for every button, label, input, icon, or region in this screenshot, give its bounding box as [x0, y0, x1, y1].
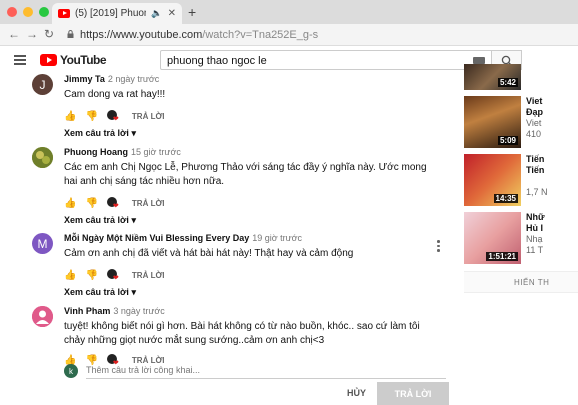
youtube-logo-text: YouTube: [60, 53, 107, 67]
related-video-item[interactable]: 5:42: [464, 64, 578, 90]
comment-item: M Mỗi Ngày Một Niềm Vui Blessing Every D…: [32, 233, 442, 297]
comment-text: Cảm ơn anh chị đã viết và hát bài hát nà…: [64, 248, 354, 259]
video-title[interactable]: Viet Đạp Viet 410: [526, 96, 543, 140]
view-replies-button[interactable]: Xem câu trả lời: [64, 287, 439, 298]
like-icon[interactable]: 👍: [64, 198, 76, 209]
comment-author[interactable]: Mỗi Ngày Một Niềm Vui Blessing Every Day: [64, 233, 249, 243]
reply-box: k Thêm câu trả lời công khai...: [64, 364, 446, 380]
comment-time[interactable]: 2 ngày trước: [108, 74, 159, 84]
video-thumbnail[interactable]: 14:35: [464, 154, 521, 206]
minimize-window-button[interactable]: [23, 7, 33, 17]
reply-button[interactable]: TRẢ LỜI: [132, 199, 165, 208]
forward-icon[interactable]: →: [26, 27, 38, 41]
url-path: /watch?v=Tna252E_g-s: [202, 29, 319, 41]
video-thumbnail[interactable]: 5:09: [464, 96, 521, 148]
back-icon[interactable]: ←: [8, 27, 20, 41]
comment-item: Phuong Hoang 15 giờ trước Các em anh Chị …: [32, 147, 442, 225]
avatar-image: [32, 147, 53, 168]
reload-icon[interactable]: ↻: [44, 27, 54, 41]
reply-button[interactable]: TRẢ LỜI: [132, 271, 165, 280]
audio-playing-icon[interactable]: 🔈: [151, 8, 162, 19]
dislike-icon[interactable]: 👎: [85, 198, 97, 209]
comment-author[interactable]: Jimmy Ta: [64, 74, 105, 84]
creator-heart-icon: ❤: [106, 269, 119, 282]
comment-author[interactable]: Vinh Pham: [64, 306, 110, 316]
user-avatar: k: [64, 364, 78, 378]
video-title[interactable]: Tiến Tiến 1,7 N: [526, 154, 548, 198]
video-thumbnail[interactable]: 5:42: [464, 64, 521, 90]
browser-tab-bar: (5) [2019] Phuong Thao & 🔈 ✕ +: [0, 0, 578, 24]
url-host: https://www.youtube.com: [80, 29, 203, 41]
search-query: phuong thao ngoc le: [167, 55, 267, 67]
comment-item: J Jimmy Ta 2 ngày trước Cam dong va rat h…: [32, 74, 442, 139]
close-window-button[interactable]: [7, 7, 17, 17]
youtube-logo[interactable]: YouTube: [40, 53, 107, 67]
dislike-icon[interactable]: 👎: [85, 111, 97, 122]
browser-tab[interactable]: (5) [2019] Phuong Thao & 🔈 ✕: [52, 3, 182, 24]
search-input[interactable]: phuong thao ngoc le: [160, 50, 492, 70]
show-more-button[interactable]: HIỂN TH: [464, 271, 578, 293]
menu-icon[interactable]: [14, 55, 26, 67]
view-replies-button[interactable]: Xem câu trả lời: [64, 128, 439, 139]
like-icon[interactable]: 👍: [64, 270, 76, 281]
lock-icon: [67, 30, 74, 38]
url-field[interactable]: https://www.youtube.com/watch?v=Tna252E_…: [80, 29, 318, 41]
tab-title: (5) [2019] Phuong Thao &: [75, 8, 146, 19]
comment-time[interactable]: 3 ngày trước: [113, 306, 164, 316]
related-video-item[interactable]: 5:09 Viet Đạp Viet 410: [464, 96, 578, 148]
comment-actions: 👍 👎 ❤ TRẢ LỜI: [64, 110, 439, 123]
youtube-play-icon: [40, 54, 57, 66]
avatar[interactable]: [32, 306, 53, 327]
tab-close-icon[interactable]: ✕: [168, 8, 176, 19]
video-thumbnail[interactable]: 1:51:21: [464, 212, 521, 264]
submit-reply-button[interactable]: TRẢ LỜI: [377, 382, 449, 405]
more-actions-icon[interactable]: [437, 240, 440, 254]
comment-actions: 👍 👎 ❤ TRẢ LỜI: [64, 269, 439, 282]
avatar[interactable]: J: [32, 74, 53, 95]
new-tab-button[interactable]: +: [188, 4, 196, 20]
default-avatar-icon: [32, 306, 53, 327]
comment-text: tuyệt! không biết nói gì hơn. Bài hát kh…: [64, 321, 420, 346]
like-icon[interactable]: 👍: [64, 111, 76, 122]
video-title[interactable]: Nhữ Hủ I Nhạ 11 T: [526, 212, 545, 256]
comment-item: Vinh Pham 3 ngày trước tuyệt! không biết …: [32, 306, 442, 367]
dislike-icon[interactable]: 👎: [85, 270, 97, 281]
video-duration: 1:51:21: [486, 252, 518, 261]
comment-text: Cam dong va rat hay!!!: [64, 89, 166, 100]
creator-heart-icon: ❤: [106, 197, 119, 210]
view-replies-button[interactable]: Xem câu trả lời: [64, 215, 439, 226]
youtube-favicon-icon: [58, 9, 70, 18]
avatar[interactable]: M: [32, 233, 53, 254]
cancel-button[interactable]: HỦY: [347, 388, 366, 398]
keyboard-icon[interactable]: [473, 57, 485, 64]
zoom-window-button[interactable]: [39, 7, 49, 17]
avatar[interactable]: [32, 147, 53, 168]
related-video-item[interactable]: 1:51:21 Nhữ Hủ I Nhạ 11 T: [464, 212, 578, 264]
reply-button[interactable]: TRẢ LỜI: [132, 112, 165, 121]
video-duration: 5:42: [497, 78, 518, 87]
comment-time[interactable]: 19 giờ trước: [252, 233, 302, 243]
reply-input[interactable]: Thêm câu trả lời công khai...: [86, 365, 446, 379]
video-duration: 5:09: [497, 136, 518, 145]
comment-time[interactable]: 15 giờ trước: [131, 147, 181, 157]
related-video-item[interactable]: 14:35 Tiến Tiến 1,7 N: [464, 154, 578, 206]
comment-actions: 👍 👎 ❤ TRẢ LỜI: [64, 197, 439, 210]
window-controls: [7, 7, 49, 17]
related-videos-sidebar: 5:42 5:09 Viet Đạp Viet 410 14:35 Tiến Tiến 1…: [462, 64, 578, 405]
video-duration: 14:35: [493, 194, 518, 203]
address-bar: ← → ↻ https://www.youtube.com/watch?v=Tn…: [0, 24, 578, 46]
comment-author[interactable]: Phuong Hoang: [64, 147, 128, 157]
comment-text: Các em anh Chị Ngọc Lễ, Phương Thảo với …: [64, 162, 427, 187]
creator-heart-icon: ❤: [106, 110, 119, 123]
